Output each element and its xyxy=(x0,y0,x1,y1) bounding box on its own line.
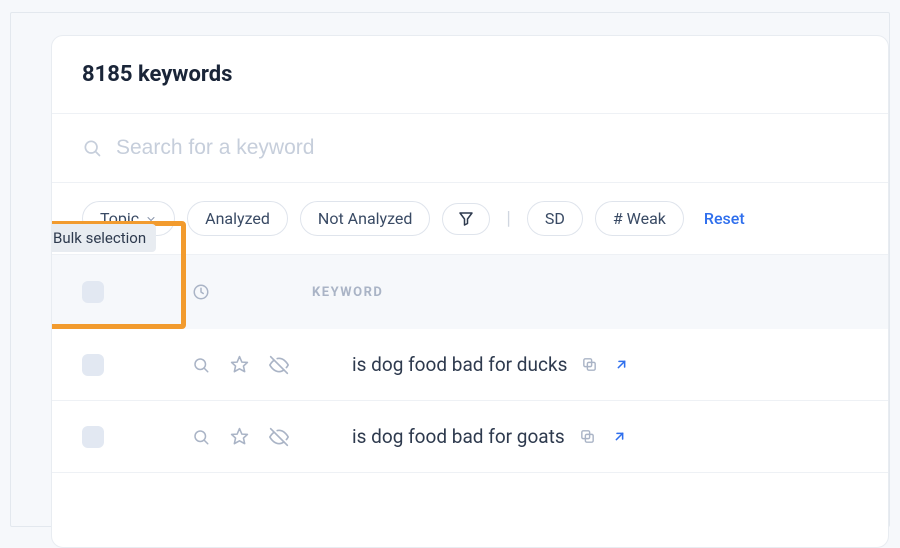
funnel-icon xyxy=(457,210,475,228)
bulk-selection-tooltip: Bulk selection xyxy=(51,224,156,252)
chevron-down-icon xyxy=(145,213,157,225)
row-checkbox[interactable] xyxy=(82,426,104,448)
filter-sd[interactable]: SD xyxy=(527,201,583,236)
filter-separator: | xyxy=(502,208,514,229)
table-header-row: Bulk selection KEYWORD xyxy=(52,255,888,329)
keyword-text: is dog food bad for ducks xyxy=(352,353,567,376)
copy-icon[interactable] xyxy=(579,428,596,445)
filter-funnel[interactable] xyxy=(442,203,490,235)
filter-weak-label: # Weak xyxy=(613,209,666,228)
search-row xyxy=(52,114,888,183)
filter-analyzed[interactable]: Analyzed xyxy=(187,201,288,236)
search-input[interactable] xyxy=(116,136,858,160)
search-icon xyxy=(82,138,102,158)
filter-sd-label: SD xyxy=(545,209,565,228)
column-keyword-label: KEYWORD xyxy=(312,285,383,300)
star-icon[interactable] xyxy=(230,427,249,446)
keyword-text: is dog food bad for goats xyxy=(352,425,565,448)
reset-button[interactable]: Reset xyxy=(704,209,745,228)
row-checkbox[interactable] xyxy=(82,354,104,376)
star-icon[interactable] xyxy=(230,355,249,374)
external-link-icon[interactable] xyxy=(614,357,629,372)
external-link-icon[interactable] xyxy=(612,429,627,444)
bulk-select-checkbox[interactable] xyxy=(82,281,104,303)
copy-icon[interactable] xyxy=(581,356,598,373)
eye-off-icon[interactable] xyxy=(269,355,289,375)
filter-not-analyzed-label: Not Analyzed xyxy=(318,209,413,228)
filter-not-analyzed[interactable]: Not Analyzed xyxy=(300,201,431,236)
filters-row: Topic Analyzed Not Analyzed | SD # xyxy=(52,183,888,255)
page-title: 8185 keywords xyxy=(82,62,858,87)
search-icon[interactable] xyxy=(192,428,210,446)
clock-icon xyxy=(192,283,210,301)
table-row: is dog food bad for ducks xyxy=(52,329,888,401)
filter-analyzed-label: Analyzed xyxy=(205,209,270,228)
search-icon[interactable] xyxy=(192,356,210,374)
table-row: is dog food bad for goats xyxy=(52,401,888,473)
filter-weak[interactable]: # Weak xyxy=(595,201,684,236)
eye-off-icon[interactable] xyxy=(269,427,289,447)
